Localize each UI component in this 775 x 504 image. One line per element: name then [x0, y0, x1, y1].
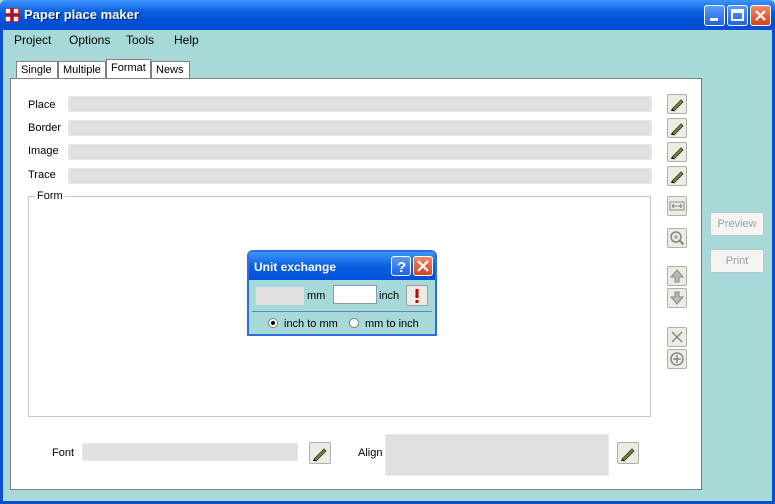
inch-label: inch	[379, 290, 400, 302]
place-edit-button[interactable]	[667, 94, 687, 114]
question-icon: ?	[397, 259, 406, 276]
dialog-title: Unit exchange	[254, 260, 337, 274]
delete-button[interactable]	[667, 327, 687, 347]
fit-width-icon	[669, 201, 685, 211]
arrow-down-icon	[669, 291, 685, 305]
maximize-icon	[731, 9, 744, 21]
align-label: Align	[358, 447, 383, 459]
unit-exchange-dialog: Unit exchange ? mm inch inch to mm mm to…	[247, 250, 437, 336]
align-field[interactable]	[385, 434, 609, 476]
image-label: Image	[28, 145, 59, 157]
image-field[interactable]	[68, 144, 652, 160]
app-icon	[5, 8, 19, 22]
close-button[interactable]	[750, 5, 771, 26]
place-label: Place	[28, 99, 56, 111]
trace-field[interactable]	[68, 168, 652, 184]
pencil-icon	[621, 448, 635, 462]
inch-input[interactable]	[333, 285, 377, 304]
tab-multiple[interactable]: Multiple	[58, 61, 106, 78]
trace-label: Trace	[28, 169, 56, 181]
menu-bar: Project Options Tools Help	[3, 30, 772, 50]
form-group-label: Form	[35, 190, 65, 202]
pencil-icon	[671, 99, 684, 112]
border-label: Border	[28, 122, 62, 134]
inch-to-mm-radio[interactable]	[268, 318, 278, 328]
dialog-close-button[interactable]	[413, 256, 433, 276]
pencil-icon	[313, 448, 327, 462]
fit-width-button[interactable]	[667, 196, 687, 216]
mm-field[interactable]	[256, 287, 304, 305]
font-label: Font	[52, 447, 75, 459]
zoom-button[interactable]	[667, 228, 687, 248]
mm-label: mm	[307, 290, 326, 302]
menu-tools[interactable]: Tools	[126, 33, 154, 47]
border-edit-button[interactable]	[667, 118, 687, 138]
add-button[interactable]	[667, 349, 687, 369]
maximize-button[interactable]	[727, 5, 748, 26]
title-bar[interactable]: Paper place maker	[0, 0, 775, 30]
tab-news[interactable]: News	[151, 61, 190, 78]
close-icon	[417, 260, 429, 272]
dialog-title-bar[interactable]: Unit exchange ?	[249, 252, 435, 280]
mm-to-inch-label: mm to inch	[365, 318, 419, 330]
tab-single[interactable]: Single	[16, 61, 58, 78]
align-edit-button[interactable]	[617, 442, 639, 464]
font-field[interactable]	[82, 443, 298, 461]
svg-text:?: ?	[397, 259, 406, 275]
arrow-up-icon	[669, 269, 685, 283]
cross-icon	[671, 331, 683, 343]
pencil-icon	[671, 123, 684, 136]
minimize-icon	[710, 18, 718, 21]
minimize-button[interactable]	[704, 5, 725, 26]
dialog-divider	[252, 311, 432, 312]
font-edit-button[interactable]	[309, 442, 331, 464]
pencil-icon	[671, 147, 684, 160]
trace-edit-button[interactable]	[667, 166, 687, 186]
print-button[interactable]: Print	[710, 249, 764, 273]
dialog-help-button[interactable]: ?	[391, 256, 411, 276]
menu-help[interactable]: Help	[174, 33, 199, 47]
tab-format[interactable]: Format	[106, 59, 151, 79]
pencil-icon	[671, 171, 684, 184]
preview-button[interactable]: Preview	[710, 212, 764, 236]
move-up-button[interactable]	[667, 266, 687, 286]
menu-project[interactable]: Project	[14, 33, 51, 47]
image-edit-button[interactable]	[667, 142, 687, 162]
border-field[interactable]	[68, 120, 652, 136]
plus-circle-icon	[670, 352, 684, 366]
zoom-icon	[670, 231, 685, 246]
window-title: Paper place maker	[24, 7, 139, 22]
convert-button[interactable]	[406, 285, 428, 306]
exclamation-icon	[415, 289, 419, 303]
move-down-button[interactable]	[667, 288, 687, 308]
close-icon	[755, 10, 766, 21]
place-field[interactable]	[68, 96, 652, 112]
dialog-body: mm inch inch to mm mm to inch	[249, 280, 435, 334]
mm-to-inch-radio[interactable]	[349, 318, 359, 328]
menu-options[interactable]: Options	[69, 33, 110, 47]
inch-to-mm-label: inch to mm	[284, 318, 338, 330]
